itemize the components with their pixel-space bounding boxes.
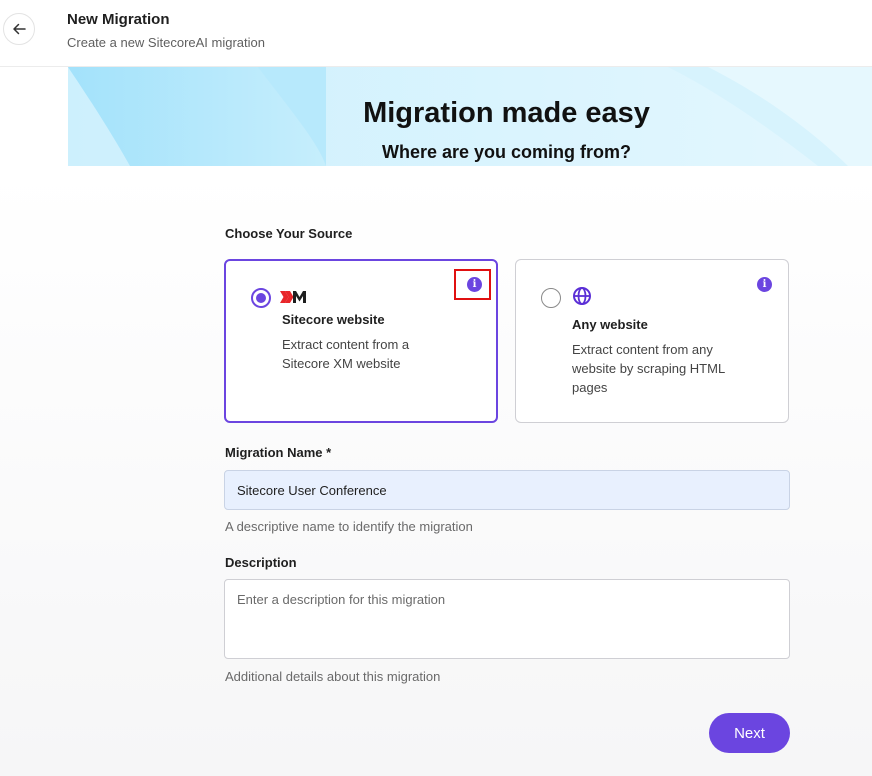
- description-label: Description: [225, 555, 297, 570]
- globe-icon: [573, 287, 591, 305]
- card-title: Sitecore website: [282, 312, 385, 327]
- next-button[interactable]: Next: [709, 713, 790, 753]
- arrow-left-icon: [13, 23, 26, 35]
- card-description: Extract content from a Sitecore XM websi…: [282, 337, 410, 371]
- hero-subtitle: Where are you coming from?: [381, 142, 632, 162]
- radio-sitecore-selected[interactable]: [251, 288, 271, 308]
- source-card-any-website[interactable]: i Any website Extract content from any w…: [515, 259, 789, 423]
- hero-banner: Migration made easy Where are you coming…: [68, 67, 872, 166]
- source-card-sitecore[interactable]: i Sitecore website Extract content from …: [224, 259, 498, 423]
- source-section-label: Choose Your Source: [225, 226, 353, 241]
- description-helper: Additional details about this migration: [225, 669, 441, 684]
- sitecore-xm-logo: [280, 291, 306, 303]
- card-title: Any website: [572, 317, 648, 332]
- hero-title: Migration made easy: [363, 97, 650, 129]
- description-textarea[interactable]: [224, 579, 790, 659]
- migration-name-input[interactable]: [224, 470, 790, 510]
- radio-any-website[interactable]: [541, 288, 561, 308]
- page-title: New Migration: [67, 11, 170, 28]
- migration-name-label: Migration Name *: [225, 445, 332, 460]
- back-button[interactable]: [3, 13, 35, 45]
- page-subtitle: Create a new SitecoreAI migration: [67, 35, 265, 50]
- migration-name-helper: A descriptive name to identify the migra…: [225, 519, 473, 534]
- info-icon-highlight: [454, 269, 491, 300]
- card-description: Extract content from any website by scra…: [572, 342, 725, 395]
- info-icon[interactable]: i: [757, 277, 772, 292]
- page-header: New Migration Create a new SitecoreAI mi…: [0, 0, 872, 67]
